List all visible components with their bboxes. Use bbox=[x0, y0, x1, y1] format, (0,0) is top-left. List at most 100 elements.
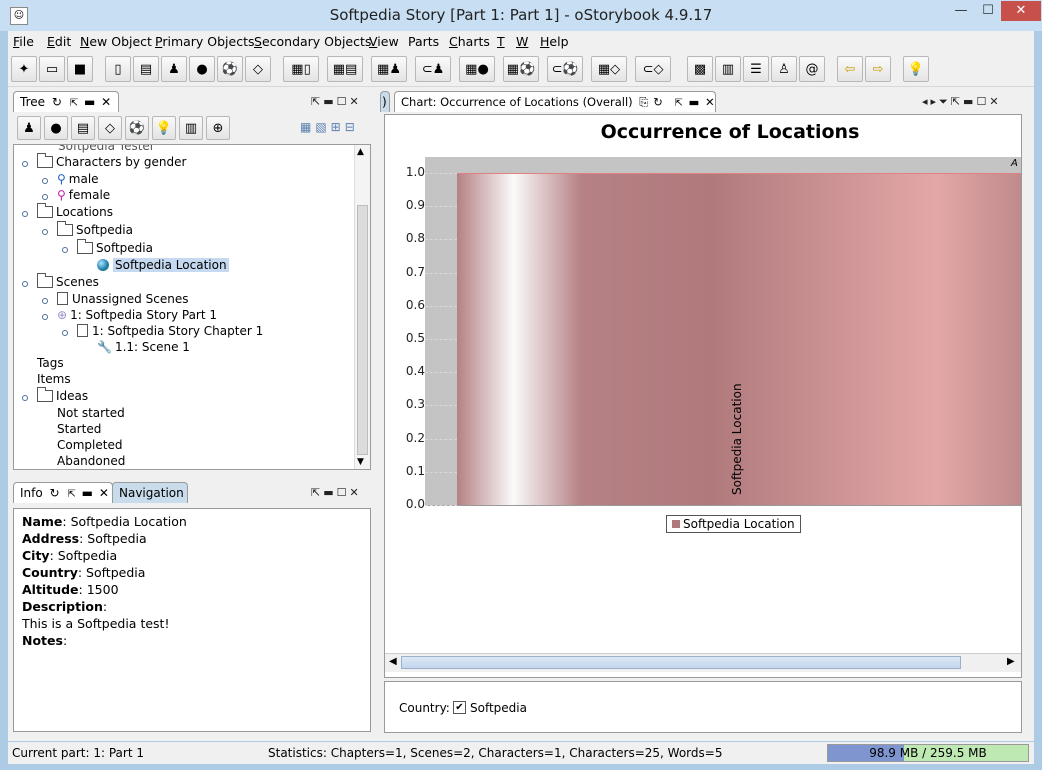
person-icon[interactable]: ♙ bbox=[771, 56, 797, 82]
close-tab-icon[interactable]: ✕ bbox=[101, 95, 111, 109]
menu-charts[interactable]: Charts bbox=[449, 34, 490, 49]
refresh-icon[interactable]: ↻ bbox=[653, 95, 663, 109]
tree-expander[interactable] bbox=[62, 330, 68, 336]
export-icon[interactable]: ⎘ bbox=[639, 95, 648, 109]
tree-item-ideas[interactable]: Ideas bbox=[37, 387, 88, 403]
tree-item-cut[interactable]: Softpedia Tester bbox=[58, 145, 155, 153]
tree-expander[interactable] bbox=[22, 395, 28, 401]
minimize-panel-icon[interactable]: ▬ bbox=[689, 95, 700, 109]
tree-expander[interactable] bbox=[42, 194, 48, 200]
menu-edit[interactable]: Edit bbox=[47, 34, 71, 49]
menu-primary-objects[interactable]: Primary Objects bbox=[155, 34, 255, 49]
new-item-icon[interactable]: ⚽ bbox=[217, 56, 243, 82]
menu-w[interactable]: W bbox=[516, 34, 528, 49]
scrollbar-thumb[interactable] bbox=[357, 205, 368, 455]
close-tab-icon[interactable]: ✕ bbox=[705, 95, 715, 109]
list-icon[interactable]: ☰ bbox=[743, 56, 769, 82]
tree-item-female[interactable]: ⚲ female bbox=[57, 188, 110, 202]
memory-bar[interactable]: 98.9 MB / 259.5 MB bbox=[827, 744, 1029, 762]
info-panel-controls[interactable]: ⇱▬☐✕ bbox=[311, 486, 362, 499]
save-icon[interactable]: ■ bbox=[67, 56, 93, 82]
show-tags-icon[interactable]: ◇ bbox=[98, 116, 122, 140]
item-table-icon[interactable]: ▦⚽ bbox=[503, 56, 539, 82]
new-file-icon[interactable]: ✦ bbox=[11, 56, 37, 82]
show-locations-icon[interactable]: ● bbox=[44, 116, 68, 140]
h-scrollbar-thumb[interactable] bbox=[401, 656, 961, 669]
forward-arrow-icon[interactable]: ⇨ bbox=[865, 56, 891, 82]
back-arrow-icon[interactable]: ⇦ bbox=[837, 56, 863, 82]
tree-item-not-started[interactable]: Not started bbox=[57, 406, 125, 420]
tree-expander[interactable] bbox=[22, 281, 28, 287]
tree-expander[interactable] bbox=[62, 247, 68, 253]
character-table-icon[interactable]: ▦♟ bbox=[371, 56, 407, 82]
pin-icon[interactable]: ⇱ bbox=[70, 98, 78, 109]
new-chapter-icon[interactable]: ▯ bbox=[105, 56, 131, 82]
country-checkbox[interactable]: ✔ bbox=[453, 701, 466, 714]
tree-scrollbar[interactable]: ▲ ▼ bbox=[354, 145, 370, 469]
chrono-view-icon[interactable]: ▦▯ bbox=[283, 56, 319, 82]
tree-item-items[interactable]: Items bbox=[37, 372, 71, 386]
tree-expander[interactable] bbox=[42, 229, 48, 235]
tab-navigation[interactable]: Navigation bbox=[112, 482, 188, 503]
tree-item-scene-1[interactable]: 🔧 1.1: Scene 1 bbox=[97, 340, 190, 354]
tree-panel-controls[interactable]: ⇱▬☐✕ bbox=[311, 95, 362, 108]
character-links-icon[interactable]: ⊂♟ bbox=[415, 56, 451, 82]
tree-item-part-1[interactable]: ⊕ 1: Softpedia Story Part 1 bbox=[57, 308, 217, 322]
tree-item-tags[interactable]: Tags bbox=[37, 356, 64, 370]
tree-item-chapter-1[interactable]: 1: Softpedia Story Chapter 1 bbox=[77, 324, 263, 338]
show-characters-icon[interactable]: ♟ bbox=[17, 116, 41, 140]
idea-bulb-icon[interactable]: 💡 bbox=[903, 56, 929, 82]
menu-view[interactable]: View bbox=[369, 34, 399, 49]
new-character-icon[interactable]: ♟ bbox=[161, 56, 187, 82]
close-tab-icon[interactable]: ✕ bbox=[99, 486, 109, 500]
tree-item-country-softpedia[interactable]: Softpedia bbox=[57, 221, 133, 237]
calendar-icon[interactable]: ▩ bbox=[687, 56, 713, 82]
close-button[interactable]: ✕ bbox=[1001, 1, 1041, 21]
minimize-panel-icon[interactable]: ▬ bbox=[82, 486, 93, 500]
tab-tree[interactable]: Tree ↻ ⇱ ▬ ✕ bbox=[13, 91, 119, 112]
book-icon[interactable]: ▥ bbox=[715, 56, 741, 82]
country-checkbox-label[interactable]: Softpedia bbox=[470, 701, 527, 715]
menu-parts[interactable]: Parts bbox=[408, 34, 439, 49]
location-table-icon[interactable]: ▦● bbox=[459, 56, 495, 82]
tree-item-locations[interactable]: Locations bbox=[37, 203, 113, 219]
scroll-left-icon[interactable]: ◀ bbox=[389, 656, 397, 667]
show-parts-icon[interactable]: ⊕ bbox=[206, 116, 230, 140]
menu-secondary-objects[interactable]: Secondary Objects bbox=[254, 34, 371, 49]
chart-h-scrollbar[interactable]: ◀ ▶ bbox=[385, 653, 1021, 672]
tree-expander[interactable] bbox=[42, 314, 48, 320]
tree-item-unassigned-scenes[interactable]: Unassigned Scenes bbox=[57, 292, 188, 306]
tree-expand-collapse-icons[interactable]: ▦▧⊞⊟ bbox=[300, 120, 359, 134]
pin-icon[interactable]: ⇱ bbox=[674, 98, 682, 109]
menu-new-object[interactable]: New Object bbox=[80, 34, 152, 49]
tab-chart[interactable]: Chart: Occurrence of Locations (Overall)… bbox=[394, 91, 716, 112]
scroll-down-icon[interactable]: ▼ bbox=[357, 457, 364, 467]
tab-info[interactable]: Info ↻ ⇱ ▬ ✕ bbox=[13, 482, 113, 503]
scroll-right-icon[interactable]: ▶ bbox=[1007, 656, 1015, 667]
show-scenes-icon[interactable]: ▤ bbox=[71, 116, 95, 140]
refresh-icon[interactable]: ↻ bbox=[52, 95, 62, 109]
tree-item-male[interactable]: ⚲ male bbox=[57, 172, 99, 186]
scroll-up-icon[interactable]: ▲ bbox=[357, 147, 364, 157]
tab-hidden-left[interactable]: ) bbox=[380, 91, 390, 112]
tree-item-abandoned[interactable]: Abandoned bbox=[57, 454, 125, 468]
new-tag-icon[interactable]: ◇ bbox=[245, 56, 271, 82]
pin-icon[interactable]: ⇱ bbox=[67, 489, 75, 500]
tree-item-softpedia-location[interactable]: Softpedia Location bbox=[97, 258, 229, 272]
minimize-button[interactable]: — bbox=[948, 1, 974, 21]
tree-expander[interactable] bbox=[22, 161, 28, 167]
spiral-icon[interactable]: @ bbox=[799, 56, 825, 82]
open-folder-icon[interactable]: ▭ bbox=[39, 56, 65, 82]
new-location-icon[interactable]: ● bbox=[189, 56, 215, 82]
minimize-panel-icon[interactable]: ▬ bbox=[84, 95, 95, 109]
tree-item-characters-by-gender[interactable]: Characters by gender bbox=[37, 153, 186, 169]
menu-t[interactable]: T bbox=[497, 34, 505, 49]
tree-expander[interactable] bbox=[42, 298, 48, 304]
tree-item-completed[interactable]: Completed bbox=[57, 438, 122, 452]
tree-expander[interactable] bbox=[42, 178, 48, 184]
chart-panel-controls[interactable]: ◂▸⏷⇱▬☐✕ bbox=[922, 95, 1002, 109]
tree-expander[interactable] bbox=[22, 211, 28, 217]
show-items-icon[interactable]: ⚽ bbox=[125, 116, 149, 140]
tree-item-city-softpedia[interactable]: Softpedia bbox=[77, 239, 153, 255]
item-links-icon[interactable]: ⊂⚽ bbox=[547, 56, 583, 82]
